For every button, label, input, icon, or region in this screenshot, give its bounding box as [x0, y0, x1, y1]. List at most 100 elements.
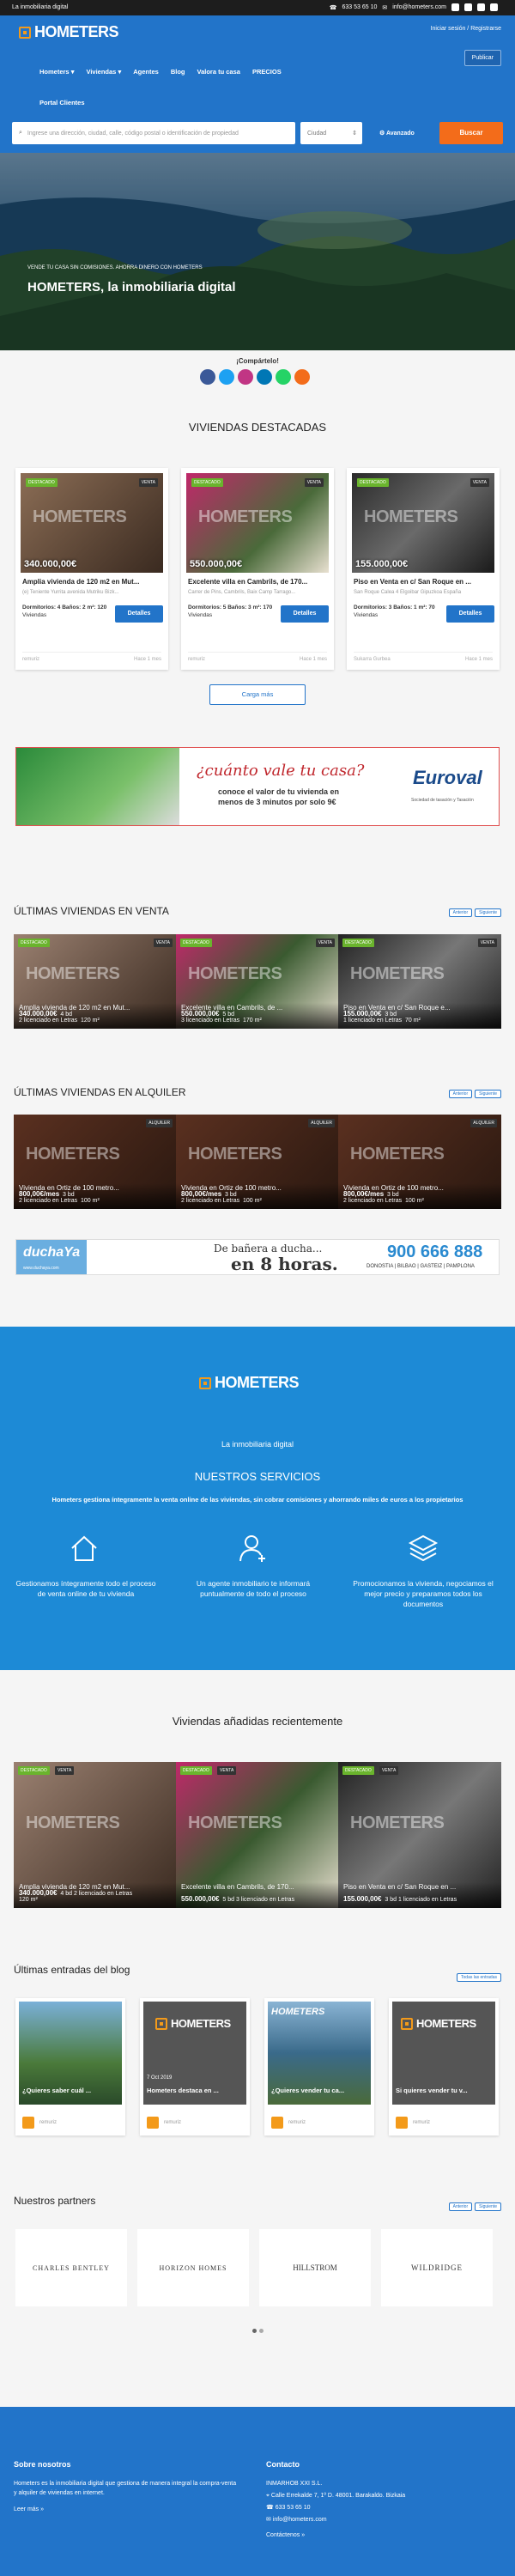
- card-footer: Sukarra Gurbea Hace 1 mes: [354, 652, 493, 662]
- partner-logo[interactable]: HORIZON HOMES: [137, 2229, 249, 2306]
- card-agent: Sukarra Gurbea: [354, 657, 391, 662]
- blog-card[interactable]: HOMETERS 7 Oct 2019 Hometers destaca en …: [140, 1998, 250, 2136]
- rent-tile[interactable]: ALQUILER HOMETERS Vivienda en Ortiz de 1…: [14, 1115, 177, 1209]
- card-title[interactable]: Amplia vivienda de 120 m2 en Mut...: [22, 578, 161, 586]
- nav-viviendas[interactable]: Viviendas ▾: [86, 68, 121, 76]
- facebook-icon[interactable]: [451, 3, 459, 11]
- twitter-share-icon[interactable]: [219, 369, 234, 385]
- mail-icon: ✉: [382, 4, 388, 11]
- details-button[interactable]: Detalles: [115, 605, 163, 623]
- share-more-icon[interactable]: [294, 369, 310, 385]
- partner-logo[interactable]: CHARLES BENTLEY: [15, 2229, 127, 2306]
- blog-author: remuriz: [147, 2117, 181, 2129]
- nav-portal-clientes[interactable]: Portal Clientes: [39, 99, 85, 106]
- card-price: 155.000,00€: [355, 559, 409, 569]
- sale-tile[interactable]: DESTACADO VENTA HOMETERS Excelente villa…: [176, 934, 339, 1029]
- card-date: Hace 1 mes: [464, 657, 493, 662]
- map-pin-icon: ⌖: [266, 2493, 270, 2499]
- login-link[interactable]: Iniciar sesión / Registrarse: [431, 26, 501, 32]
- service-item: Gestionamos íntegramente todo el proceso…: [15, 1579, 156, 1598]
- mail-icon: ✉: [266, 2517, 271, 2523]
- footer-address: ⌖ Calle Errekalde 7, 1º D. 48001. Baraka…: [266, 2493, 406, 2499]
- property-card[interactable]: HOMETERS DESTACADO VENTA 155.000,00€ Pis…: [347, 468, 500, 670]
- card-agent: remuriz: [188, 657, 206, 662]
- site-logo[interactable]: HOMETERS: [19, 23, 119, 41]
- footer-phone[interactable]: ☎ 633 53 65 10: [266, 2503, 311, 2512]
- author-avatar-icon: [22, 2117, 34, 2129]
- card-features: Dormitorios: 5 Baños: 3 m²: 170 Viviendas: [188, 605, 273, 618]
- tile-meta: 550.000,00€ 5 bd 3 licenciado en Letras: [181, 1895, 295, 1903]
- sale-tile[interactable]: DESTACADO VENTA HOMETERS Amplia vivienda…: [14, 934, 177, 1029]
- advanced-search-link[interactable]: ⚙ Avanzado: [379, 130, 415, 137]
- twitter-icon[interactable]: [477, 3, 485, 11]
- blog-card[interactable]: ¿Quieres saber cuál ... remuriz: [15, 1998, 125, 2136]
- tile-meta: 800,00€/mes 3 bd 2 licenciado en Letras 1…: [343, 1190, 424, 1204]
- prev-button[interactable]: Anterior: [448, 1090, 473, 1098]
- linkedin-share-icon[interactable]: [257, 369, 272, 385]
- nav-blog[interactable]: Blog: [171, 68, 185, 76]
- property-card[interactable]: HOMETERS DESTACADO VENTA 340.000,00€ Amp…: [15, 468, 168, 670]
- gear-icon: ⚙: [379, 131, 385, 137]
- footer-read-more[interactable]: Leer más »: [14, 2506, 44, 2512]
- carousel-dot[interactable]: [259, 2329, 264, 2333]
- all-posts-button[interactable]: Todas las entradas: [457, 1973, 501, 1982]
- top-phone[interactable]: 633 53 65 10: [342, 4, 378, 10]
- next-button[interactable]: Siguiente: [475, 908, 501, 917]
- recent-tile[interactable]: DESTACADO VENTA HOMETERS Excelente villa…: [176, 1762, 339, 1908]
- tile-title: Excelente villa en Cambrils, de 170...: [181, 1883, 294, 1891]
- prev-button[interactable]: Anterior: [448, 2202, 473, 2211]
- status-badge: VENTA: [304, 478, 324, 487]
- nav-precios[interactable]: PRECIOS: [252, 68, 282, 76]
- recent-tile[interactable]: DESTACADO VENTA HOMETERS Amplia vivienda…: [14, 1762, 177, 1908]
- load-more-button[interactable]: Carga más: [209, 684, 306, 705]
- euroval-ad[interactable]: ¿cuánto vale tu casa? conoce el valor de…: [15, 747, 500, 826]
- services-title: NUESTROS SERVICIOS: [194, 1470, 321, 1483]
- duchaya-ad[interactable]: duchaYa www.duchaya.com De bañera a duch…: [15, 1239, 500, 1275]
- featured-title: VIVIENDAS DESTACADAS: [188, 421, 327, 434]
- card-features: Dormitorios: 3 Baños: 1 m²: 70 Viviendas: [354, 605, 435, 618]
- card-address: Carrer de Pins, Cambrils, Baix Camp Tarr…: [188, 590, 296, 595]
- search-input[interactable]: ⌕ Ingrese una dirección, ciudad, calle, …: [12, 122, 295, 144]
- rent-tile[interactable]: ALQUILER HOMETERS Vivienda en Ortiz de 1…: [176, 1115, 339, 1209]
- nav-hometers[interactable]: Hometers ▾: [39, 68, 74, 76]
- blog-card[interactable]: HOMETERS Si quieres vender tu v... remur…: [389, 1998, 499, 2136]
- prev-button[interactable]: Anterior: [448, 908, 473, 917]
- blog-author: remuriz: [396, 2117, 430, 2129]
- phone-icon: ☎: [266, 2505, 274, 2511]
- blog-card[interactable]: HOMETERS ¿Quieres vender tu ca... remuri…: [264, 1998, 374, 2136]
- footer-about-title: Sobre nosotros: [14, 2460, 71, 2469]
- ad-line2: conoce el valor de tu vivienda en: [218, 787, 340, 796]
- instagram-share-icon[interactable]: [238, 369, 253, 385]
- nav-agentes[interactable]: Agentes: [133, 68, 159, 76]
- whatsapp-share-icon[interactable]: [276, 369, 291, 385]
- next-button[interactable]: Siguiente: [475, 2202, 501, 2211]
- author-avatar-icon: [396, 2117, 408, 2129]
- nav-valora[interactable]: Valora tu casa: [197, 68, 239, 76]
- sale-tile[interactable]: DESTACADO VENTA HOMETERS Piso en Venta e…: [338, 934, 501, 1029]
- partner-logo[interactable]: WILDRIDGE: [381, 2229, 493, 2306]
- publish-button[interactable]: Publicar: [464, 50, 501, 66]
- recent-tile[interactable]: DESTACADO VENTA HOMETERS Piso en Venta e…: [338, 1762, 501, 1908]
- facebook-share-icon[interactable]: [200, 369, 215, 385]
- top-email[interactable]: info@hometers.com: [392, 4, 446, 10]
- phone-icon: ☎: [329, 4, 337, 11]
- next-button[interactable]: Siguiente: [475, 1090, 501, 1098]
- property-image: HOMETERS DESTACADO VENTA 340.000,00€: [21, 473, 163, 573]
- card-title[interactable]: Excelente villa en Cambrils, de 170...: [188, 578, 327, 586]
- search-button[interactable]: Buscar: [439, 122, 503, 144]
- youtube-icon[interactable]: [464, 3, 472, 11]
- partner-logo[interactable]: HILLSTROM: [259, 2229, 371, 2306]
- footer-contact-link[interactable]: Contáctenos »: [266, 2532, 305, 2538]
- card-date: Hace 1 mes: [299, 657, 327, 662]
- details-button[interactable]: Detalles: [281, 605, 329, 623]
- hero-landscape-image: [0, 153, 515, 350]
- city-select[interactable]: Ciudad ⇕: [300, 122, 362, 144]
- footer-email[interactable]: ✉ info@hometers.com: [266, 2515, 327, 2524]
- card-title[interactable]: Piso en Venta en c/ San Roque en ...: [354, 578, 493, 586]
- linkedin-icon[interactable]: [490, 3, 498, 11]
- details-button[interactable]: Detalles: [446, 605, 494, 623]
- carousel-dot[interactable]: [252, 2329, 257, 2333]
- property-card[interactable]: HOMETERS DESTACADO VENTA 550.000,00€ Exc…: [181, 468, 334, 670]
- tile-meta: 340.000,00€ 4 bd 2 licenciado en Letras 1…: [19, 1010, 100, 1024]
- rent-tile[interactable]: ALQUILER HOMETERS Vivienda en Ortiz de 1…: [338, 1115, 501, 1209]
